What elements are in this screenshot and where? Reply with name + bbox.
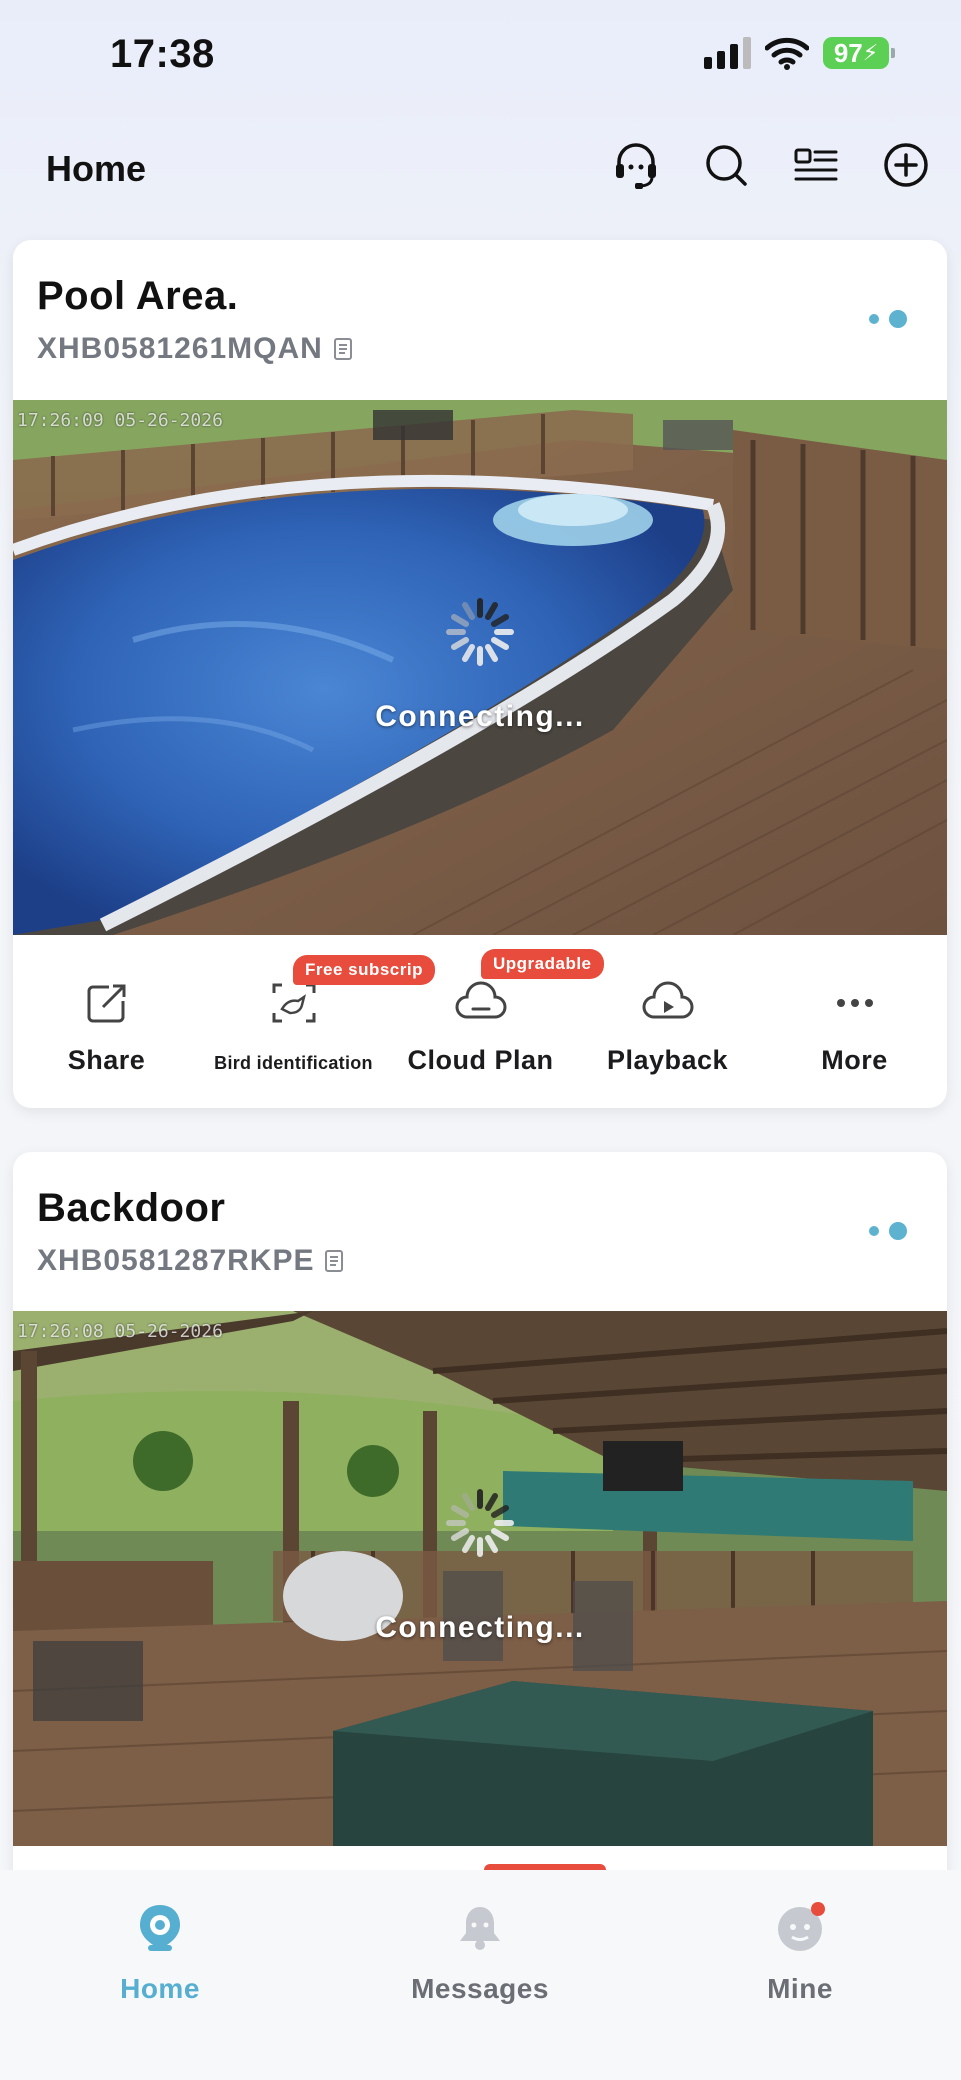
status-time: 17:38 — [110, 32, 215, 76]
search-button[interactable] — [701, 140, 751, 190]
camera-serial: XHB0581261MQAN — [37, 332, 323, 365]
camera-card[interactable]: Pool Area. XHB0581261MQAN 17:26:09 05-26… — [13, 240, 947, 1108]
share-button[interactable]: Share — [13, 955, 200, 1095]
action-label: More — [821, 1045, 888, 1075]
camera-serial-row: XHB0581287RKPE — [37, 1244, 346, 1278]
profile-icon — [778, 1902, 825, 1951]
loading-spinner-icon — [446, 1489, 514, 1557]
battery-indicator: 97 ⚡ — [823, 37, 895, 69]
camera-card[interactable]: Backdoor XHB0581287RKPE 17:26:08 05-26-2… — [13, 1152, 947, 1912]
customer-support-button[interactable] — [611, 140, 661, 190]
video-timestamp: 17:26:08 05-26-2026 — [17, 1321, 223, 1342]
camera-name: Backdoor — [37, 1186, 226, 1230]
free-subscription-badge: Free subscrip — [293, 955, 435, 985]
camera-serial: XHB0581287RKPE — [37, 1244, 315, 1277]
share-icon — [87, 984, 125, 1023]
more-button[interactable]: More — [761, 955, 947, 1095]
online-status-indicator — [869, 310, 907, 328]
header-actions — [611, 140, 931, 190]
camera-home-icon — [140, 1905, 180, 1951]
camera-name: Pool Area. — [37, 274, 239, 318]
connecting-status: Connecting... — [375, 700, 585, 733]
connecting-status: Connecting... — [375, 1611, 585, 1644]
playback-button[interactable]: Playback — [574, 955, 761, 1095]
live-video-view[interactable]: 17:26:08 05-26-2026 Connecting... — [13, 1311, 947, 1846]
add-device-button[interactable] — [881, 140, 931, 190]
list-view-icon — [794, 148, 838, 181]
tab-label: Home — [120, 1973, 200, 2004]
action-label: Bird identification — [214, 1053, 373, 1073]
list-view-button[interactable] — [791, 140, 841, 190]
tab-mine[interactable]: Mine — [700, 1885, 900, 2015]
page-title: Home — [46, 148, 147, 189]
upgradable-badge: Upgradable — [481, 949, 604, 979]
cellular-signal-icon — [704, 37, 751, 69]
copy-icon[interactable] — [324, 1249, 346, 1273]
copy-icon[interactable] — [333, 337, 355, 361]
bottom-tab-bar: Home Messages Mine — [0, 1870, 961, 2080]
headset-icon — [616, 143, 656, 189]
cloud-icon — [455, 981, 506, 1019]
online-status-indicator — [869, 1222, 907, 1240]
tab-label: Messages — [411, 1973, 549, 2004]
tab-messages[interactable]: Messages — [380, 1885, 580, 2015]
bell-icon — [460, 1907, 500, 1950]
loading-spinner-icon — [446, 598, 514, 666]
action-label: Cloud Plan — [407, 1045, 554, 1075]
search-icon — [706, 145, 747, 186]
camera-serial-row: XHB0581261MQAN — [37, 332, 355, 366]
backdoor-camera-feed — [13, 1311, 947, 1846]
tab-home[interactable]: Home — [60, 1885, 260, 2015]
status-icons: 97 ⚡ — [704, 36, 895, 70]
plus-circle-icon — [884, 143, 928, 187]
live-video-view[interactable]: 17:26:09 05-26-2026 Connecting... — [13, 400, 947, 935]
more-icon — [836, 999, 873, 1007]
video-timestamp: 17:26:09 05-26-2026 — [17, 410, 223, 431]
playback-icon — [642, 981, 693, 1019]
wifi-icon — [765, 37, 809, 70]
action-label: Share — [67, 1045, 146, 1075]
action-label: Playback — [606, 1045, 729, 1075]
status-bar: 17:38 97 ⚡ — [0, 0, 961, 120]
tab-label: Mine — [767, 1973, 833, 2004]
home-header: Home — [0, 130, 961, 210]
camera-actions-row: Share Bird identification Cloud Plan Pla… — [13, 949, 947, 1095]
